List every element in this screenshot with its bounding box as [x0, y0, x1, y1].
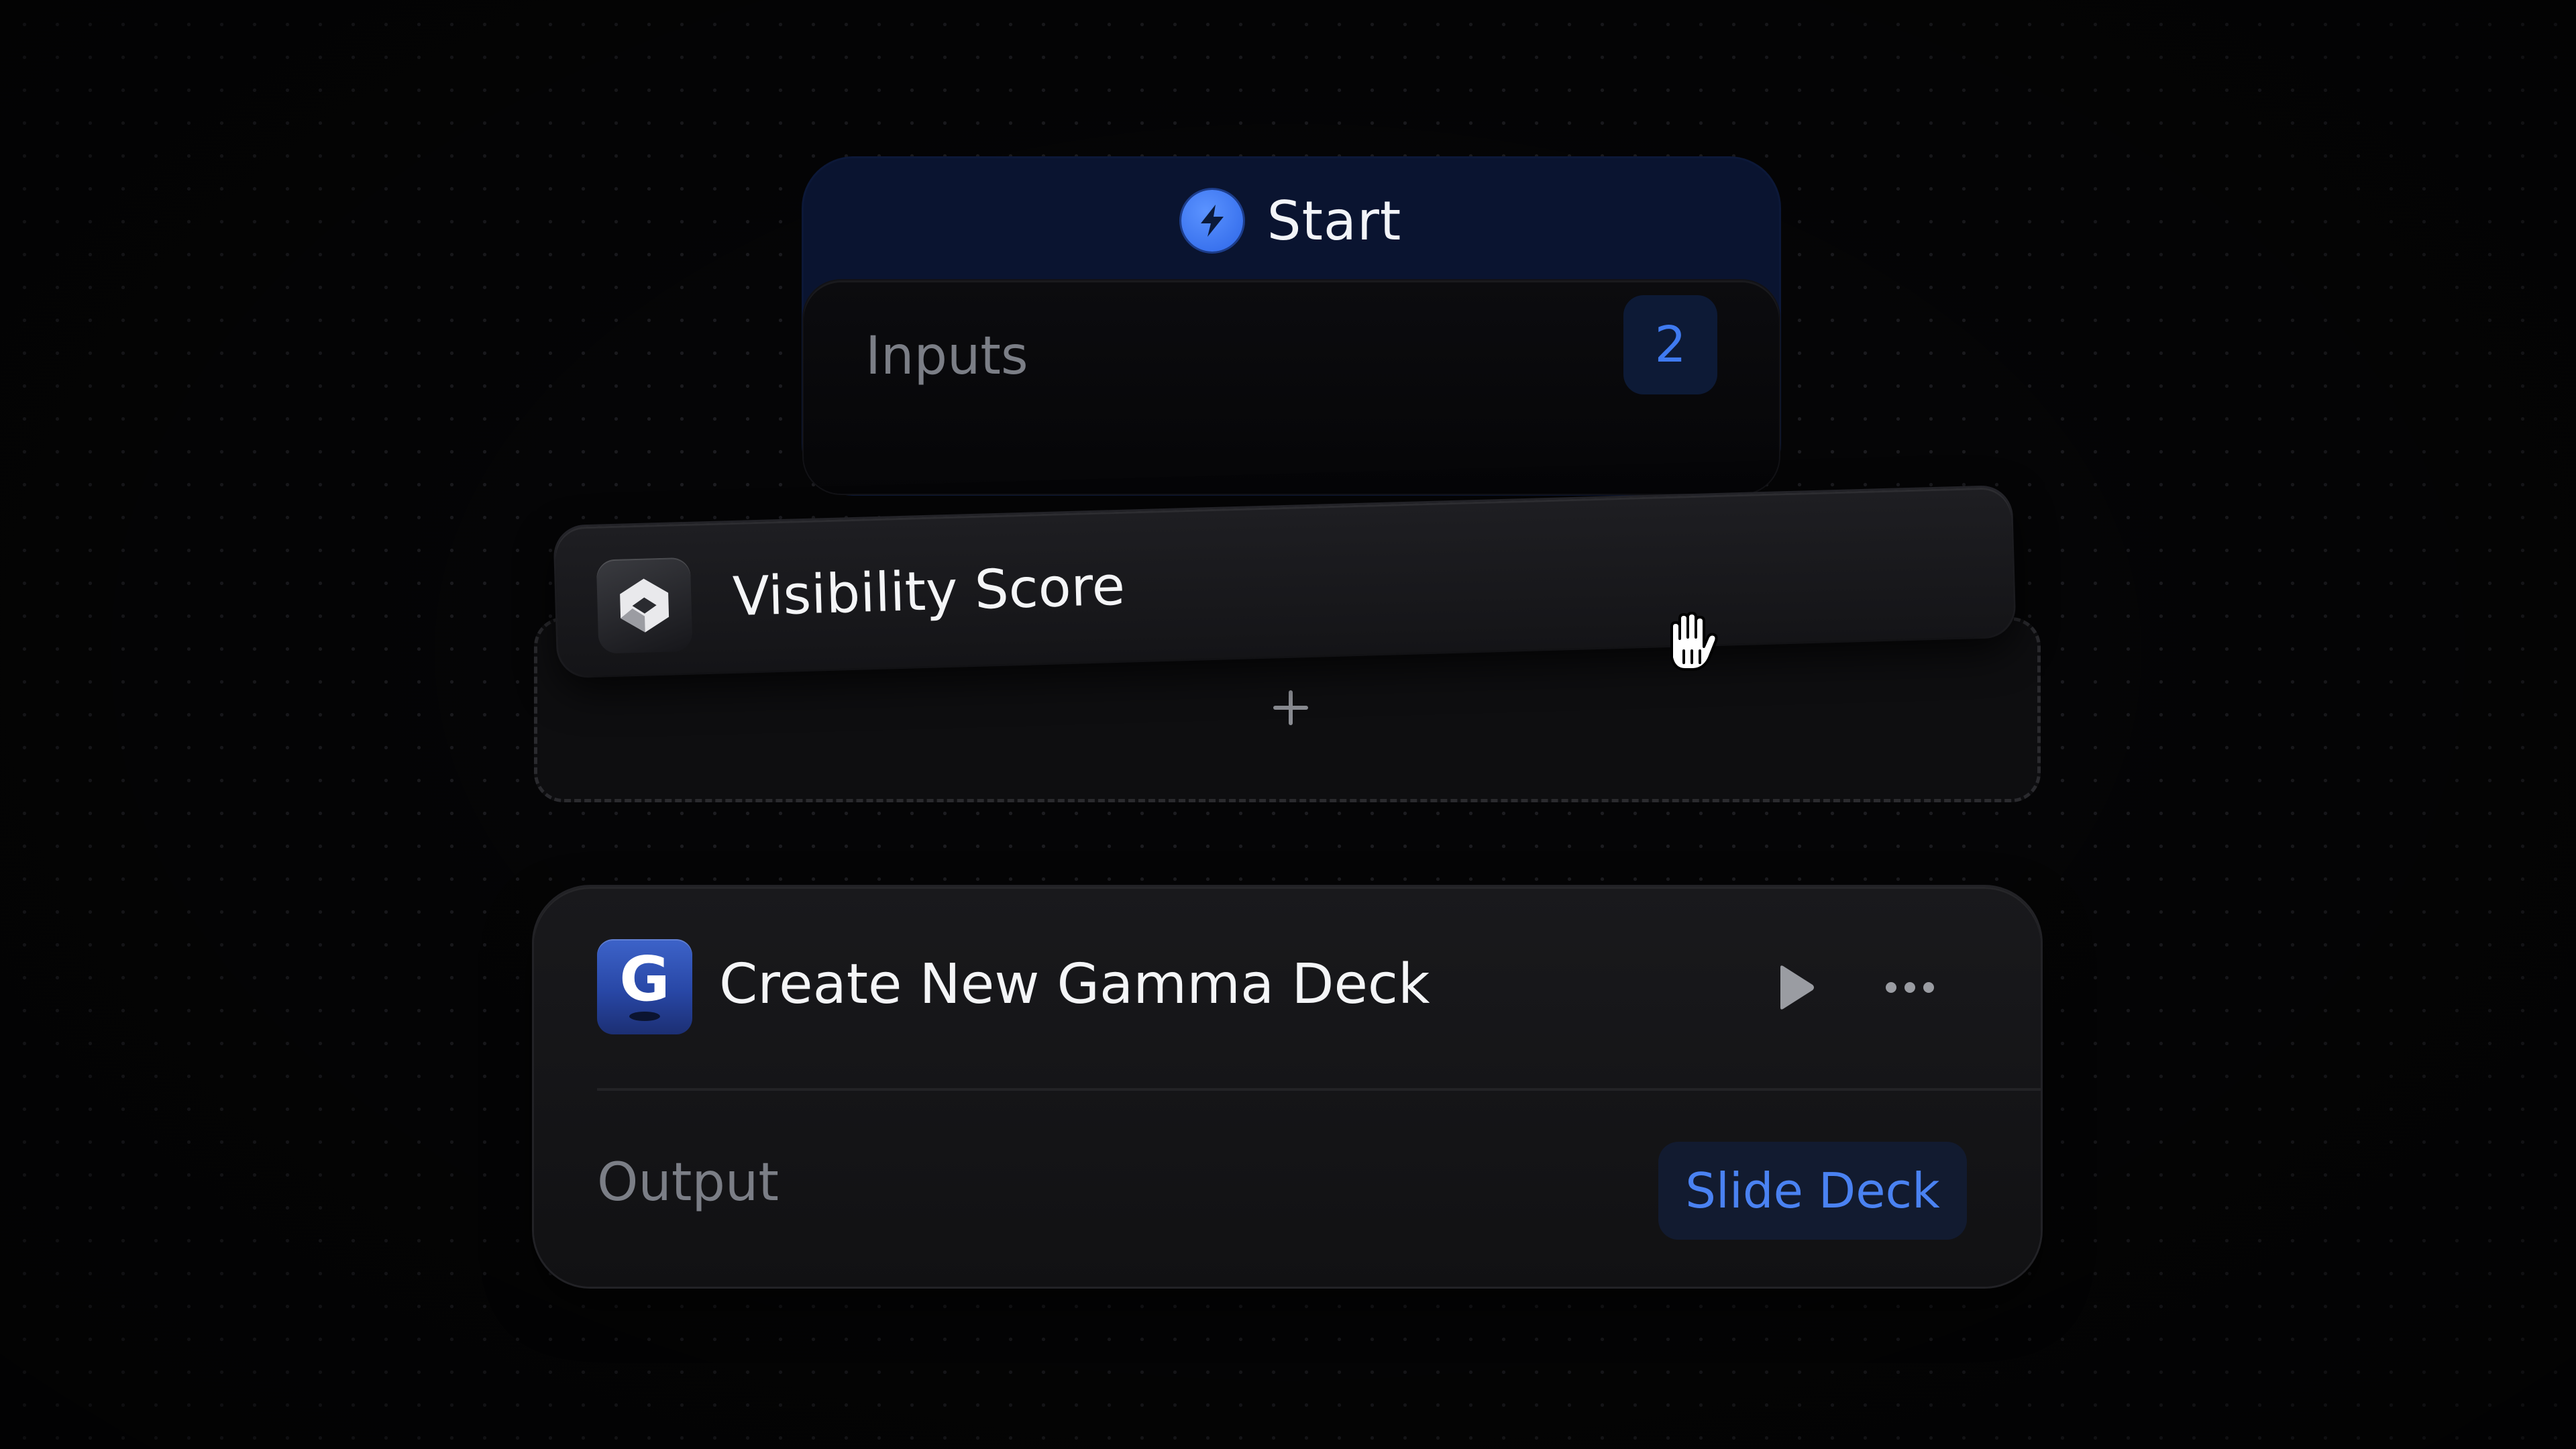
grab-hand-icon: [1652, 604, 1725, 678]
gamma-logo-icon: G: [597, 939, 692, 1034]
lightning-bolt-icon: [1181, 190, 1243, 252]
gamma-node-title: Create New Gamma Deck: [719, 953, 1430, 1016]
inputs-label: Inputs: [865, 326, 1028, 386]
more-options-icon[interactable]: [1880, 967, 1940, 1008]
visibility-score-title: Visibility Score: [732, 554, 1126, 628]
gamma-logo-shadow: [629, 1012, 660, 1021]
play-icon[interactable]: [1768, 961, 1822, 1014]
start-node[interactable]: Start Inputs 2: [804, 158, 1779, 494]
node-divider: [597, 1088, 2041, 1091]
start-title: Start: [1267, 189, 1402, 252]
start-header: Start: [804, 158, 1779, 283]
gamma-logo-letter: G: [619, 943, 670, 1015]
inputs-count-badge[interactable]: 2: [1623, 295, 1717, 394]
create-gamma-deck-node[interactable]: G Create New Gamma Deck Output Slide Dec…: [534, 887, 2041, 1287]
output-label: Output: [597, 1152, 779, 1213]
plus-icon[interactable]: [1271, 688, 1311, 728]
start-inputs-row[interactable]: Inputs 2: [804, 280, 1779, 494]
visibility-score-logo-icon: [596, 557, 693, 654]
output-value-badge[interactable]: Slide Deck: [1658, 1142, 1967, 1240]
